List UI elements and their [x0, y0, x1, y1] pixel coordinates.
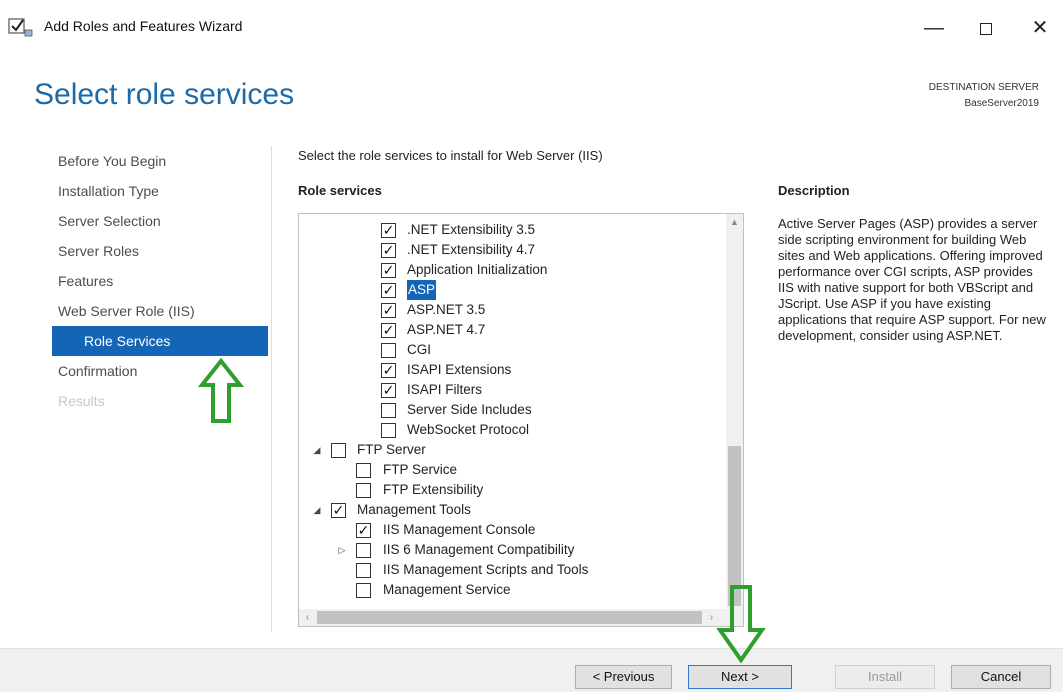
nav-item-web-server-role[interactable]: Web Server Role (IIS) — [0, 296, 272, 326]
checkbox[interactable] — [331, 443, 346, 458]
maximize-icon — [980, 22, 992, 35]
annotation-down-arrow-icon — [716, 585, 766, 664]
next-button[interactable]: Next > — [688, 665, 792, 689]
scroll-up-icon[interactable]: ▲ — [726, 214, 743, 231]
tree-item[interactable]: IIS Management Scripts and Tools — [299, 560, 729, 580]
description-heading: Description — [778, 183, 850, 198]
checkbox[interactable] — [356, 483, 371, 498]
checkbox[interactable]: ✓ — [381, 303, 396, 318]
checkbox[interactable]: ✓ — [381, 243, 396, 258]
tree-item-label[interactable]: Application Initialization — [407, 260, 547, 280]
tree-item-label[interactable]: IIS Management Console — [383, 520, 535, 540]
role-services-heading: Role services — [298, 183, 382, 198]
tree-item[interactable]: ✓ .NET Extensibility 4.7 — [299, 240, 729, 260]
tree-item-label[interactable]: ASP.NET 3.5 — [407, 300, 485, 320]
install-button: Install — [835, 665, 935, 689]
tree-item-label[interactable]: FTP Extensibility — [383, 480, 483, 500]
role-services-tree[interactable]: ✓ .NET Extensibility 3.5 ✓ .NET Extensibili… — [298, 213, 744, 627]
tree-item-label[interactable]: .NET Extensibility 4.7 — [407, 240, 535, 260]
checkbox[interactable] — [381, 343, 396, 358]
nav-divider — [271, 146, 272, 632]
tree-item-label[interactable]: Server Side Includes — [407, 400, 532, 420]
instructions-text: Select the role services to install for … — [298, 148, 603, 163]
tree-item[interactable]: ✓ ISAPI Extensions — [299, 360, 729, 380]
tree-item[interactable]: FTP Service — [299, 460, 729, 480]
tree-item-label[interactable]: Management Service — [383, 580, 511, 600]
checkbox[interactable]: ✓ — [381, 223, 396, 238]
description-text: Active Server Pages (ASP) provides a ser… — [778, 216, 1046, 343]
tree-item[interactable]: ◢ FTP Server — [299, 440, 729, 460]
tree-item-label[interactable]: .NET Extensibility 3.5 — [407, 220, 535, 240]
window-title: Add Roles and Features Wizard — [44, 18, 243, 34]
tree-item[interactable]: ✓ IIS Management Console — [299, 520, 729, 540]
tree-item-label[interactable]: CGI — [407, 340, 431, 360]
tree-item[interactable]: ✓ ASP.NET 3.5 — [299, 300, 729, 320]
checkbox[interactable] — [356, 563, 371, 578]
wizard-app-icon — [8, 18, 33, 37]
tree-item[interactable]: ✓ ASP — [299, 280, 729, 300]
tree-item[interactable]: ✓ .NET Extensibility 3.5 — [299, 220, 729, 240]
tree-item[interactable]: FTP Extensibility — [299, 480, 729, 500]
tree-item-label[interactable]: IIS 6 Management Compatibility — [383, 540, 574, 560]
nav-item-role-services[interactable]: Role Services — [52, 326, 268, 356]
expanded-triangle-icon[interactable]: ◢ — [311, 500, 323, 520]
scroll-left-icon[interactable]: ‹ — [299, 609, 316, 626]
tree-item[interactable]: ▷ IIS 6 Management Compatibility — [299, 540, 729, 560]
checkbox[interactable] — [356, 463, 371, 478]
tree-item[interactable]: Management Service — [299, 580, 729, 600]
collapsed-triangle-icon[interactable]: ▷ — [336, 540, 348, 560]
expanded-triangle-icon[interactable]: ◢ — [311, 440, 323, 460]
tree-item[interactable]: CGI — [299, 340, 729, 360]
horizontal-scroll-thumb[interactable] — [317, 611, 702, 624]
tree-item-label[interactable]: ISAPI Extensions — [407, 360, 511, 380]
checkbox[interactable] — [356, 543, 371, 558]
checkbox[interactable]: ✓ — [381, 263, 396, 278]
destination-label: DESTINATION SERVER — [928, 82, 1039, 93]
tree-item-label[interactable]: FTP Server — [357, 440, 426, 460]
role-services-list: ✓ .NET Extensibility 3.5 ✓ .NET Extensibili… — [299, 220, 729, 600]
vertical-scroll-thumb[interactable] — [728, 446, 741, 606]
vertical-scrollbar[interactable]: ▲ — [726, 214, 743, 610]
previous-button[interactable]: < Previous — [575, 665, 672, 689]
tree-item-label[interactable]: ASP — [407, 280, 437, 300]
cancel-button[interactable]: Cancel — [951, 665, 1051, 689]
tree-item[interactable]: Server Side Includes — [299, 400, 729, 420]
nav-item-server-selection[interactable]: Server Selection — [0, 206, 272, 236]
horizontal-scrollbar[interactable]: ‹ › — [299, 609, 743, 626]
tree-item[interactable]: ◢ ✓ Management Tools — [299, 500, 729, 520]
checkbox[interactable]: ✓ — [356, 523, 371, 538]
nav-item-before-you-begin[interactable]: Before You Begin — [0, 146, 272, 176]
title-bar: Add Roles and Features Wizard — ✕ — [0, 0, 1063, 58]
annotation-up-arrow-icon — [198, 358, 244, 423]
close-button[interactable]: ✕ — [1020, 10, 1060, 46]
tree-item-label[interactable]: ASP.NET 4.7 — [407, 320, 485, 340]
nav-item-installation-type[interactable]: Installation Type — [0, 176, 272, 206]
checkbox[interactable] — [356, 583, 371, 598]
maximize-button[interactable] — [966, 10, 1006, 46]
tree-item[interactable]: ✓ ISAPI Filters — [299, 380, 729, 400]
nav-item-features[interactable]: Features — [0, 266, 272, 296]
checkbox[interactable] — [381, 403, 396, 418]
tree-item-label[interactable]: WebSocket Protocol — [407, 420, 529, 440]
checkbox[interactable]: ✓ — [381, 283, 396, 298]
checkbox[interactable]: ✓ — [381, 323, 396, 338]
checkbox[interactable]: ✓ — [381, 363, 396, 378]
tree-item-label[interactable]: FTP Service — [383, 460, 457, 480]
tree-item[interactable]: WebSocket Protocol — [299, 420, 729, 440]
checkbox[interactable]: ✓ — [331, 503, 346, 518]
destination-server-info: DESTINATION SERVER BaseServer2019 — [929, 80, 1039, 112]
tree-item-label[interactable]: ISAPI Filters — [407, 380, 482, 400]
tree-item[interactable]: ✓ ASP.NET 4.7 — [299, 320, 729, 340]
page-title: Select role services — [34, 78, 295, 111]
checkbox[interactable] — [381, 423, 396, 438]
tree-item-label[interactable]: Management Tools — [357, 500, 471, 520]
minimize-button[interactable]: — — [914, 10, 954, 46]
tree-item-label[interactable]: IIS Management Scripts and Tools — [383, 560, 588, 580]
tree-item[interactable]: ✓ Application Initialization — [299, 260, 729, 280]
checkbox[interactable]: ✓ — [381, 383, 396, 398]
destination-server-name: BaseServer2019 — [964, 98, 1040, 109]
nav-item-server-roles[interactable]: Server Roles — [0, 236, 272, 266]
